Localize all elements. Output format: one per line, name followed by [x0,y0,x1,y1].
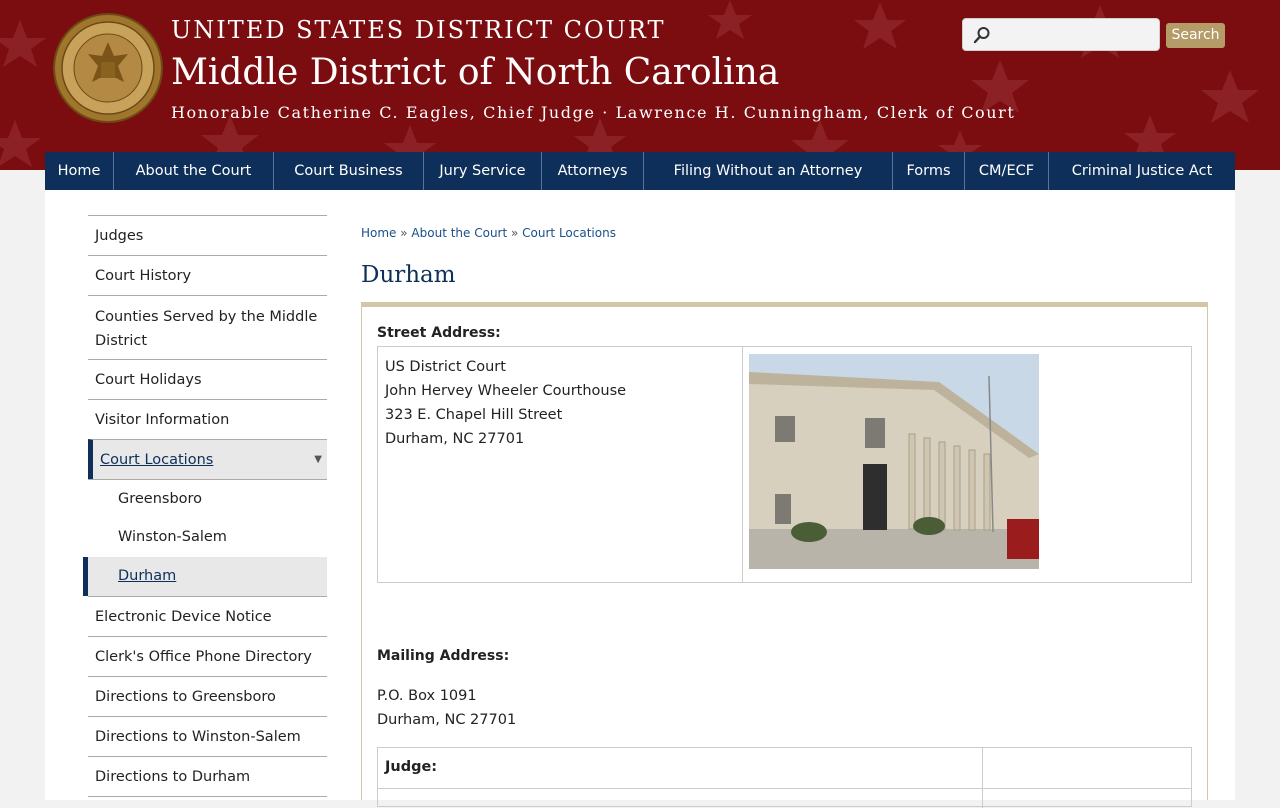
nav-about-the-court[interactable]: About the Court [114,152,274,190]
sidebar-item-counties-served[interactable]: Counties Served by the Middle District [88,295,327,359]
address-line: Durham, NC 27701 [385,431,525,447]
sidebar-subitem-greensboro[interactable]: Greensboro [88,479,327,518]
sidebar-item-visitor-information[interactable]: Visitor Information [88,399,327,439]
nav-home[interactable]: Home [45,152,114,190]
sidebar-item-label: Court Locations [100,452,214,468]
table-divider [982,748,983,808]
breadcrumb-home[interactable]: Home [361,226,396,240]
address-line: Durham, NC 27701 [377,712,517,728]
address-line: 323 E. Chapel Hill Street [385,407,563,423]
sidebar-menu: Judges Court History Counties Served by … [83,215,327,797]
site-header: UNITED STATES DISTRICT COURT Middle Dist… [0,0,1280,170]
header-district-name: Middle District of North Carolina [171,52,780,93]
table-divider [742,347,743,582]
court-seal-logo [53,13,163,123]
search-input[interactable] [997,23,1156,48]
table-row-divider [378,788,1191,789]
page-title: Durham [361,262,456,288]
address-line: P.O. Box 1091 [377,688,477,704]
header-court-name: UNITED STATES DISTRICT COURT [171,16,666,44]
sidebar-item-court-history[interactable]: Court History [88,255,327,295]
caret-down-icon[interactable]: ▼ [314,440,322,480]
sidebar-subitem-winston-salem[interactable]: Winston-Salem [88,518,327,557]
nav-attorneys[interactable]: Attorneys [542,152,644,190]
main-navigation: Home About the Court Court Business Jury… [45,152,1235,190]
courthouse-photo [749,354,1039,569]
search-field[interactable] [962,18,1160,51]
mailing-address-label: Mailing Address: [377,648,510,664]
street-address-label: Street Address: [377,325,501,341]
judge-table: Judge: [377,747,1192,808]
header-officials: Honorable Catherine C. Eagles, Chief Jud… [171,103,1016,122]
sidebar-item-phone-directory[interactable]: Clerk's Office Phone Directory [88,636,327,676]
nav-filing-without-an-attorney[interactable]: Filing Without an Attorney [644,152,893,190]
sidebar-item-electronic-device-notice[interactable]: Electronic Device Notice [88,596,327,636]
sidebar-item-directions-greensboro[interactable]: Directions to Greensboro [88,676,327,716]
mailing-address-text: P.O. Box 1091 Durham, NC 27701 [377,684,516,732]
sidebar-subitem-durham[interactable]: Durham [83,557,327,596]
search-button[interactable]: Search [1166,23,1225,48]
sidebar-item-directions-durham[interactable]: Directions to Durham [88,756,327,796]
nav-jury-service[interactable]: Jury Service [424,152,542,190]
search-icon [973,27,990,44]
address-line: US District Court [385,359,506,375]
judge-label: Judge: [385,759,438,775]
breadcrumb-about-the-court[interactable]: About the Court [411,226,507,240]
street-address-table: US District Court John Hervey Wheeler Co… [377,346,1192,583]
sidebar-item-judges[interactable]: Judges [88,215,327,255]
nav-cm-ecf[interactable]: CM/ECF [965,152,1049,190]
nav-criminal-justice-act[interactable]: Criminal Justice Act [1049,152,1235,190]
breadcrumb: Home » About the Court » Court Locations [361,226,616,240]
nav-forms[interactable]: Forms [893,152,965,190]
address-line: John Hervey Wheeler Courthouse [385,383,627,399]
sidebar-item-court-locations[interactable]: Court Locations ▼ [88,439,327,479]
breadcrumb-court-locations[interactable]: Court Locations [522,226,616,240]
sidebar-item-directions-winston-salem[interactable]: Directions to Winston-Salem [88,716,327,756]
nav-court-business[interactable]: Court Business [274,152,424,190]
street-address-text: US District Court John Hervey Wheeler Co… [385,355,626,451]
sidebar-item-court-holidays[interactable]: Court Holidays [88,359,327,399]
